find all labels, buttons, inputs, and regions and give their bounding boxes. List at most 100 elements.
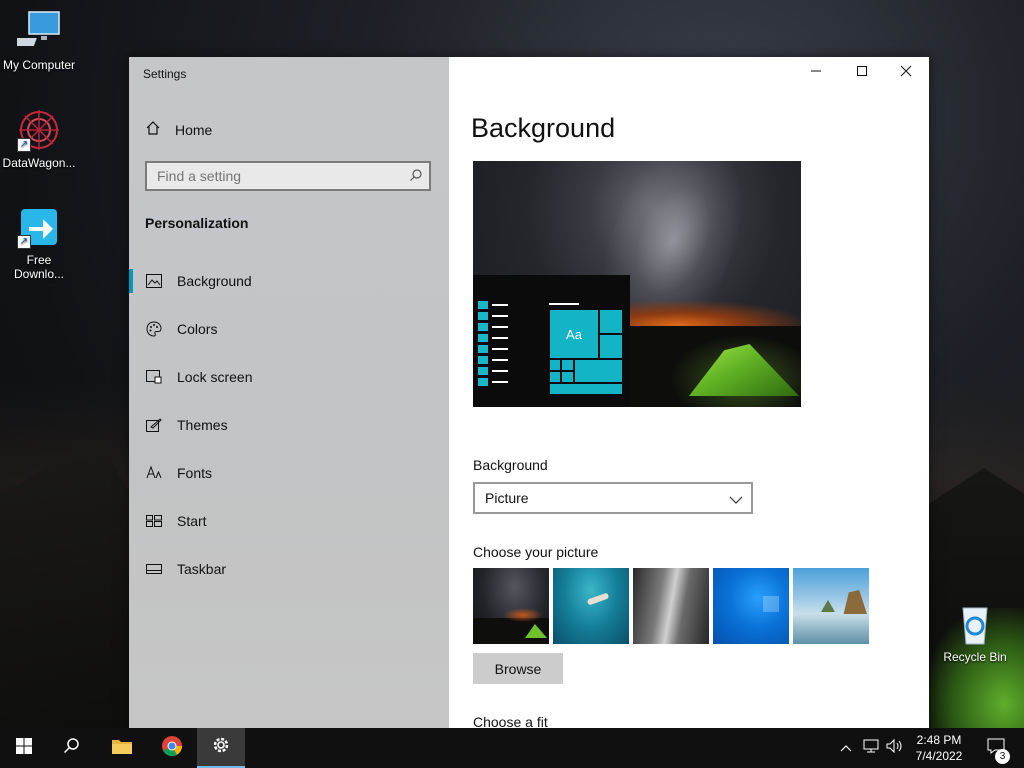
sidebar-item-taskbar[interactable]: Taskbar: [129, 545, 449, 593]
desktop-icon-datawagon[interactable]: ↗ DataWagon...: [0, 108, 78, 170]
search-input[interactable]: [147, 163, 407, 189]
search-icon: [409, 168, 423, 187]
picture-thumbnail-windows[interactable]: [713, 568, 789, 644]
network-icon: [863, 739, 879, 758]
home-icon: [145, 120, 161, 139]
sidebar-item-label: Lock screen: [177, 369, 253, 385]
preview-app-row: [478, 356, 508, 364]
taskbar-icon: [145, 560, 163, 578]
sidebar-item-background[interactable]: Background: [129, 257, 449, 305]
recycle-bin-icon: [953, 602, 997, 646]
minimize-button[interactable]: [793, 57, 839, 89]
background-preview: Aa: [473, 161, 801, 407]
choose-picture-label: Choose your picture: [473, 544, 599, 560]
sidebar-item-label: Fonts: [177, 465, 213, 481]
show-hidden-icons-button[interactable]: [836, 728, 856, 768]
preview-tile-header: [549, 303, 579, 305]
background-type-dropdown[interactable]: Picture: [473, 482, 753, 514]
desktop-icon-label: Recycle Bin: [943, 650, 1007, 664]
home-link[interactable]: Home: [145, 120, 212, 139]
sidebar-item-colors[interactable]: Colors: [129, 305, 449, 353]
action-center-button[interactable]: 3: [976, 728, 1016, 768]
preview-app-row: [478, 312, 508, 320]
picture-thumbnail-underwater[interactable]: [553, 568, 629, 644]
desktop-icon-label: My Computer: [2, 58, 76, 72]
chevron-down-icon: [729, 492, 743, 508]
settings-taskbar-button[interactable]: [197, 728, 245, 768]
close-button[interactable]: [883, 57, 929, 89]
clock[interactable]: 2:48 PM 7/4/2022: [906, 732, 972, 764]
desktop-icon-label: Free Downlo...: [13, 253, 65, 281]
preview-app-row: [478, 378, 508, 386]
preview-app-list: [478, 301, 508, 389]
chrome-button[interactable]: [148, 728, 196, 768]
section-title: Personalization: [145, 215, 249, 231]
palette-icon: [145, 320, 163, 338]
preview-tile: [599, 309, 623, 334]
minimize-icon: [810, 64, 822, 82]
settings-main: Background Aa Background Picture Choose …: [449, 57, 929, 728]
sidebar-item-label: Background: [177, 273, 252, 289]
sidebar-item-label: Taskbar: [177, 561, 227, 577]
start-button[interactable]: [0, 728, 48, 768]
preview-app-row: [478, 301, 508, 309]
desktop-icon-label: DataWagon...: [2, 156, 76, 170]
desktop-icon-free-download[interactable]: ↗ Free Downlo...: [0, 205, 78, 281]
preview-tile: [599, 334, 623, 359]
background-type-label: Background: [473, 457, 548, 473]
file-explorer-button[interactable]: [98, 728, 146, 768]
fonts-icon: [145, 464, 163, 482]
shortcut-arrow-icon: ↗: [17, 138, 31, 152]
preview-app-row: [478, 345, 508, 353]
home-label: Home: [175, 121, 213, 138]
sidebar-item-fonts[interactable]: Fonts: [129, 449, 449, 497]
themes-icon: [145, 416, 163, 434]
browse-button[interactable]: Browse: [473, 653, 563, 684]
picture-thumbnail-beach[interactable]: [793, 568, 869, 644]
datawagon-icon: ↗: [17, 108, 61, 152]
settings-sidebar: Settings Home Personalization Background: [129, 57, 449, 728]
desktop-icon-my-computer[interactable]: My Computer: [0, 10, 78, 72]
dropdown-value: Picture: [485, 490, 529, 506]
gear-icon: [211, 735, 231, 760]
page-title: Background: [471, 113, 616, 143]
sidebar-item-start[interactable]: Start: [129, 497, 449, 545]
shortcut-arrow-icon: ↗: [17, 235, 31, 249]
picture-thumbnail-rock[interactable]: [633, 568, 709, 644]
preview-tile: [574, 359, 623, 383]
sidebar-item-lock-screen[interactable]: Lock screen: [129, 353, 449, 401]
clock-date: 7/4/2022: [915, 749, 963, 763]
close-icon: [900, 64, 912, 82]
taskbar: 2:48 PM 7/4/2022 3: [0, 728, 1024, 768]
preview-tile: [561, 371, 574, 383]
sidebar-nav: Background Colors Lock screen Themes Fon…: [129, 257, 449, 593]
preview-tile: [549, 359, 561, 371]
desktop-icon-recycle-bin[interactable]: Recycle Bin: [936, 602, 1014, 664]
network-button[interactable]: [860, 728, 882, 768]
clock-time: 2:48 PM: [916, 733, 962, 747]
search-icon: [63, 737, 81, 760]
volume-button[interactable]: [884, 728, 906, 768]
windows-logo-icon: [16, 737, 32, 759]
computer-icon: [7, 10, 61, 54]
sidebar-item-themes[interactable]: Themes: [129, 401, 449, 449]
preview-start-menu: Aa: [473, 275, 630, 407]
settings-window: Settings Home Personalization Background: [129, 57, 929, 728]
lock-screen-icon: [145, 368, 163, 386]
picture-icon: [145, 272, 163, 290]
choose-fit-label: Choose a fit: [473, 714, 548, 728]
preview-tile: [549, 383, 623, 395]
window-title: Settings: [143, 67, 187, 81]
search-button[interactable]: [48, 728, 96, 768]
preview-tiles: Aa: [549, 309, 623, 395]
folder-icon: [111, 737, 133, 760]
maximize-button[interactable]: [839, 57, 885, 89]
speaker-icon: [886, 738, 904, 758]
sidebar-item-label: Themes: [177, 417, 228, 433]
picture-thumbnail-night-sky[interactable]: [473, 568, 549, 644]
preview-tile-large: Aa: [549, 309, 599, 359]
sidebar-item-label: Colors: [177, 321, 218, 337]
preview-app-row: [478, 334, 508, 342]
preview-tile: [561, 359, 574, 371]
search-box[interactable]: [145, 161, 431, 191]
